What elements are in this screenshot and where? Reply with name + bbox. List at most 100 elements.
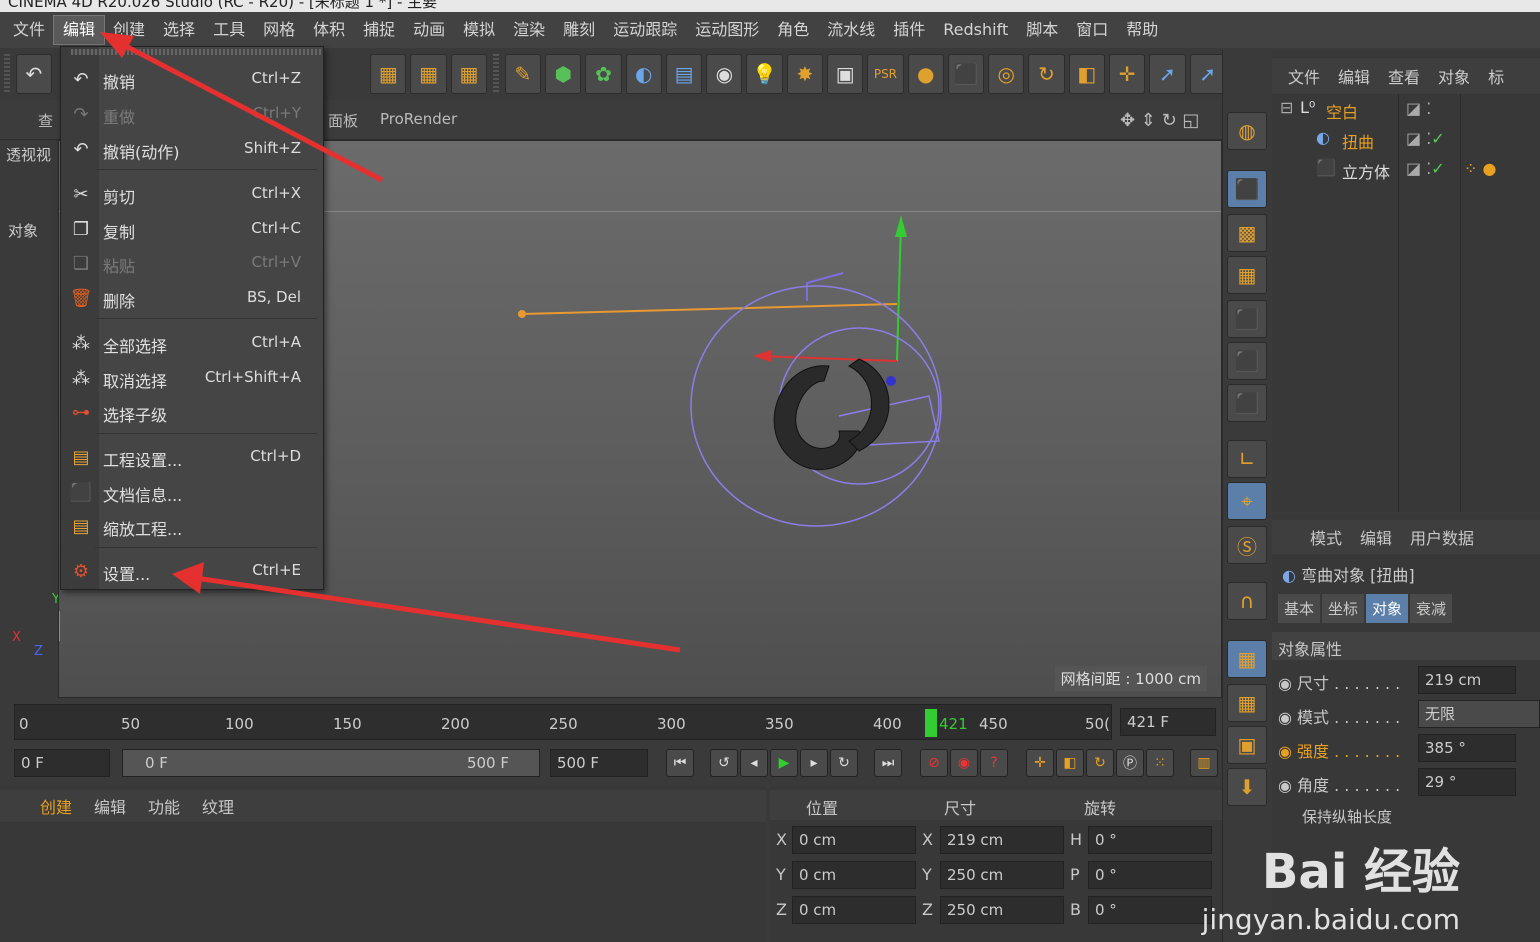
download-button[interactable]: ⬇ bbox=[1227, 768, 1267, 806]
snap-button[interactable]: Ⓢ bbox=[1227, 526, 1267, 564]
render-view-button[interactable]: ▦ bbox=[410, 54, 447, 94]
mat-menu-create[interactable]: 创建 bbox=[40, 794, 72, 818]
object-row-cube[interactable]: ⬛ 立方体 ◪ ⁚✓ ⁘ ● bbox=[1272, 154, 1540, 184]
picture-viewer-button[interactable]: ▣ bbox=[827, 54, 864, 94]
psr-button[interactable]: PSR bbox=[867, 54, 904, 94]
key-param-button[interactable]: Ⓟ bbox=[1116, 749, 1144, 777]
menu-edit[interactable]: 编辑 bbox=[53, 15, 106, 45]
rot-b-input[interactable]: 0 ° bbox=[1088, 896, 1212, 924]
menu-item-select-all[interactable]: ⁂ 全部选择 Ctrl+A bbox=[61, 327, 323, 359]
render-settings-button[interactable]: ▦ bbox=[450, 54, 488, 94]
playhead[interactable] bbox=[925, 709, 937, 737]
menu-item-deselect[interactable]: ⁂ 取消选择 Ctrl+Shift+A bbox=[61, 362, 323, 394]
size-input[interactable]: 219 cm bbox=[1418, 666, 1516, 694]
viewport-nav-icon[interactable]: ✥ ⇕ ↻ ◱ bbox=[1120, 110, 1199, 131]
menu-item-copy[interactable]: ❐ 复制 Ctrl+C bbox=[61, 213, 323, 245]
axis-mode-button[interactable]: ∟ bbox=[1227, 440, 1267, 478]
floor-button[interactable]: ▤ bbox=[665, 54, 703, 94]
mode-select[interactable]: 无限 bbox=[1418, 700, 1540, 728]
prev-frame-button[interactable]: ◂ bbox=[740, 749, 768, 777]
null-tool-button[interactable]: ✸ bbox=[786, 54, 824, 94]
menu-item-redo[interactable]: ↷ 重做 Ctrl+Y bbox=[61, 98, 323, 130]
select-button[interactable]: ➚ bbox=[1149, 54, 1186, 94]
undo-toolbar-button[interactable]: ↶ bbox=[15, 54, 52, 94]
menu-volume[interactable]: 体积 bbox=[304, 16, 354, 44]
object-row-twist[interactable]: ◐ 扭曲 ◪ ⁚✓ bbox=[1272, 124, 1540, 154]
lock-workplane-button[interactable]: ▦ bbox=[1227, 640, 1267, 678]
next-key-button[interactable]: ↻ bbox=[830, 749, 858, 777]
rot-h-input[interactable]: 0 ° bbox=[1088, 826, 1212, 854]
attr-tab-coord[interactable]: 坐标 bbox=[1322, 594, 1365, 623]
menu-window[interactable]: 窗口 bbox=[1067, 16, 1117, 44]
tree-expand-icon[interactable]: ⊟ bbox=[1280, 98, 1293, 117]
menu-file[interactable]: 文件 bbox=[4, 16, 54, 44]
menu-render[interactable]: 渲染 bbox=[504, 16, 554, 44]
magnet-button[interactable]: ∩ bbox=[1227, 582, 1267, 620]
viewport-tab[interactable]: 查 bbox=[38, 110, 53, 131]
solo-button[interactable]: ▣ bbox=[1227, 726, 1267, 764]
menu-create[interactable]: 创建 bbox=[104, 16, 154, 44]
move-button[interactable]: ✛ bbox=[1108, 54, 1146, 94]
object-mode-button[interactable]: ⬛ bbox=[1227, 170, 1267, 208]
record-button[interactable]: ⊘ bbox=[920, 749, 948, 777]
menu-pipeline[interactable]: 流水线 bbox=[818, 16, 884, 44]
menu-character[interactable]: 角色 bbox=[768, 16, 818, 44]
axis-lock-button[interactable]: ● bbox=[907, 54, 944, 94]
go-start-button[interactable]: ⏮ bbox=[666, 749, 694, 777]
timeline-window-button[interactable]: ▥ bbox=[1190, 749, 1218, 777]
object-name[interactable]: 立方体 bbox=[1342, 159, 1390, 183]
attr-tab-object[interactable]: 对象 bbox=[1366, 594, 1409, 623]
menu-item-preferences[interactable]: ⚙ 设置... Ctrl+E bbox=[61, 555, 323, 587]
menu-item-undo[interactable]: ↶ 撤销 Ctrl+Z bbox=[61, 63, 323, 95]
menu-item-undo-action[interactable]: ↶ 撤销(动作) Shift+Z bbox=[61, 133, 323, 165]
object-name[interactable]: 空白 bbox=[1326, 99, 1358, 123]
workplane-alt-button[interactable]: ▦ bbox=[1227, 684, 1267, 722]
menu-motion-tracking[interactable]: 运动跟踪 bbox=[604, 16, 686, 44]
menu-redshift[interactable]: Redshift bbox=[934, 16, 1017, 44]
live-select-button[interactable]: ◎ bbox=[988, 54, 1025, 94]
tweak-mode-button[interactable]: ⌖ bbox=[1227, 482, 1267, 520]
points-mode-button[interactable]: ⬛ bbox=[1227, 300, 1267, 338]
rotate-button[interactable]: ↻ bbox=[1028, 54, 1065, 94]
next-frame-button[interactable]: ▸ bbox=[800, 749, 828, 777]
rot-p-input[interactable]: 0 ° bbox=[1088, 861, 1212, 889]
pos-x-input[interactable]: 0 cm bbox=[792, 826, 916, 854]
mat-menu-function[interactable]: 功能 bbox=[148, 794, 180, 818]
frame-range-slider[interactable]: 0 F 500 F bbox=[122, 749, 540, 777]
objects-side-tab[interactable]: 对象 bbox=[8, 220, 38, 241]
model-mode-button[interactable]: ◍ bbox=[1227, 112, 1267, 150]
menu-mograph[interactable]: 运动图形 bbox=[686, 16, 768, 44]
size-y-input[interactable]: 250 cm bbox=[940, 861, 1064, 889]
om-menu-objects[interactable]: 对象 bbox=[1438, 64, 1470, 88]
strength-input[interactable]: 385 ° bbox=[1418, 734, 1516, 762]
attr-menu-userdata[interactable]: 用户数据 bbox=[1410, 525, 1474, 549]
key-pla-button[interactable]: ⁙ bbox=[1146, 749, 1174, 777]
pos-y-input[interactable]: 0 cm bbox=[792, 861, 916, 889]
material-tag-icon[interactable]: ⁘ ● bbox=[1464, 159, 1496, 178]
keyframe-help-button[interactable]: ? bbox=[980, 749, 1008, 777]
mat-menu-texture[interactable]: 纹理 bbox=[202, 794, 234, 818]
om-menu-edit[interactable]: 编辑 bbox=[1338, 64, 1370, 88]
key-scale-button[interactable]: ◧ bbox=[1056, 749, 1084, 777]
om-menu-file[interactable]: 文件 bbox=[1288, 64, 1320, 88]
visibility-icon[interactable]: ◪ ⁚✓ bbox=[1406, 129, 1445, 148]
timeline-ruler[interactable]: 0 50 100 150 200 250 300 350 400 421 450… bbox=[14, 704, 1112, 740]
menu-item-project-settings[interactable]: ▤ 工程设置... Ctrl+D bbox=[61, 441, 323, 473]
size-x-input[interactable]: 219 cm bbox=[940, 826, 1064, 854]
size-z-input[interactable]: 250 cm bbox=[940, 896, 1064, 924]
om-menu-view[interactable]: 查看 bbox=[1388, 64, 1420, 88]
menu-plugins[interactable]: 插件 bbox=[884, 16, 934, 44]
autokey-button[interactable]: ◉ bbox=[950, 749, 978, 777]
cube-button[interactable]: ⬛ bbox=[947, 54, 985, 94]
menu-script[interactable]: 脚本 bbox=[1017, 16, 1067, 44]
menu-tools[interactable]: 工具 bbox=[204, 16, 254, 44]
pos-z-input[interactable]: 0 cm bbox=[792, 896, 916, 924]
menu-item-delete[interactable]: 🗑 删除 BS, Del bbox=[61, 282, 323, 314]
subdivision-button[interactable]: ⬢ bbox=[545, 54, 582, 94]
workplane-button[interactable]: ▦ bbox=[1227, 256, 1267, 294]
pen-tool-button[interactable]: ✎ bbox=[504, 54, 542, 94]
attr-menu-mode[interactable]: 模式 bbox=[1310, 525, 1342, 549]
menu-snap[interactable]: 捕捉 bbox=[354, 16, 404, 44]
menu-mesh[interactable]: 网格 bbox=[254, 16, 304, 44]
menu-simulate[interactable]: 模拟 bbox=[454, 16, 504, 44]
